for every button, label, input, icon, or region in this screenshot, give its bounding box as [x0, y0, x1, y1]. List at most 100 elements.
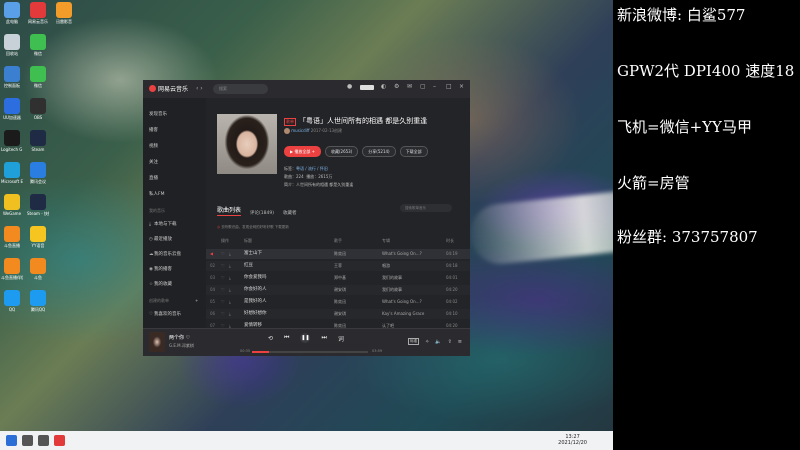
- tab-comments[interactable]: 评论(1849): [250, 210, 274, 216]
- close-icon[interactable]: ×: [459, 84, 465, 90]
- download-all-button[interactable]: 下载全部: [399, 146, 428, 157]
- avatar-icon[interactable]: ●: [347, 84, 353, 90]
- song-artist[interactable]: 陈奕迅: [334, 249, 346, 259]
- volume-icon[interactable]: 🔈: [435, 339, 441, 345]
- sidebar-item-recent[interactable]: ◷最近播放: [149, 236, 172, 242]
- song-title[interactable]: 富士山下: [244, 249, 329, 259]
- sidebar-item-my-podcast[interactable]: ◉我的播客: [149, 266, 172, 272]
- song-artist[interactable]: 陈奕迅: [334, 297, 346, 307]
- creator-avatar[interactable]: [284, 128, 290, 134]
- song-row[interactable]: 06 ♡ ⤓ 好想好想你 谢安琪 Kay's Amazing Grace 04:10: [206, 309, 470, 319]
- sidebar-item-podcast[interactable]: 播客: [149, 127, 158, 133]
- song-album[interactable]: Kay's Amazing Grace: [382, 309, 440, 319]
- desktop-icon[interactable]: Microsoft Edge: [1, 162, 23, 184]
- settings-icon[interactable]: ⚙: [394, 84, 400, 90]
- song-album[interactable]: 唱游: [382, 261, 440, 271]
- sidebar-item-fm[interactable]: 私人FM: [149, 191, 164, 197]
- song-artist[interactable]: 郑中基: [334, 273, 346, 283]
- song-row[interactable]: 04 ♡ ⤓ 你会好的人 谢安琪 我们的故事 04:20: [206, 285, 470, 295]
- col-artist[interactable]: 歌手: [334, 238, 342, 244]
- taskbar-clock[interactable]: 13:27 2021/12/20: [558, 434, 587, 446]
- desktop-icon[interactable]: 腾讯会议: [27, 162, 49, 184]
- download-hint-text[interactable]: 去听歌识曲，发现全网的好听好歌 下载更新: [221, 225, 289, 229]
- song-title[interactable]: 好想好想你: [244, 309, 329, 319]
- tags-value[interactable]: 粤语 / 流行 / 怀旧: [296, 166, 328, 171]
- sound-effect-icon[interactable]: ✧: [425, 339, 429, 345]
- like-icon[interactable]: ♡: [221, 297, 225, 307]
- song-album[interactable]: What's Going On…?: [382, 297, 440, 307]
- like-icon[interactable]: ♡: [186, 335, 190, 341]
- share-button[interactable]: 分享(5214): [362, 146, 396, 157]
- sidebar-item-follow[interactable]: 关注: [149, 159, 158, 165]
- quality-button[interactable]: 标准: [408, 338, 420, 345]
- like-icon[interactable]: ♡: [221, 249, 225, 259]
- tab-subscribers[interactable]: 收藏者: [283, 210, 297, 216]
- song-artist[interactable]: 王菲: [334, 261, 342, 271]
- playlist-cover[interactable]: [217, 114, 277, 174]
- song-album[interactable]: 我们的故事: [382, 273, 440, 283]
- download-icon[interactable]: ⤓: [229, 249, 231, 259]
- desktop-icon[interactable]: 网易云音乐: [27, 2, 49, 24]
- share-icon[interactable]: ⇪: [448, 339, 452, 345]
- progress-bar[interactable]: [252, 351, 368, 353]
- song-album[interactable]: 我们的故事: [382, 285, 440, 295]
- add-playlist-icon[interactable]: +: [195, 298, 198, 303]
- lyrics-icon[interactable]: 词: [338, 334, 344, 343]
- minimize-icon[interactable]: –: [433, 84, 439, 90]
- desktop-icon[interactable]: 迅雷影音: [53, 2, 75, 24]
- app-logo[interactable]: 网易云音乐: [149, 84, 188, 93]
- sidebar-item-local[interactable]: ⤓ 本地与下载: [149, 221, 177, 227]
- song-title[interactable]: 是我好的人: [244, 297, 329, 307]
- netease-taskbar-icon[interactable]: [54, 435, 65, 446]
- song-album[interactable]: What's Going On…?: [382, 249, 440, 259]
- desktop-icon[interactable]: Steam: [27, 130, 49, 152]
- download-icon[interactable]: ⤓: [229, 261, 231, 271]
- sidebar-item-collection[interactable]: ☆我的收藏: [149, 281, 172, 287]
- desktop-icon[interactable]: YY语音: [27, 226, 49, 248]
- desktop-icon[interactable]: 微信: [27, 66, 49, 88]
- playlist-icon[interactable]: ≡: [458, 339, 462, 345]
- skin-icon[interactable]: ◐: [381, 84, 387, 90]
- like-icon[interactable]: ♡: [221, 309, 225, 319]
- col-album[interactable]: 专辑: [382, 238, 390, 244]
- song-artist[interactable]: 谢安琪: [334, 285, 346, 295]
- previous-icon[interactable]: ⏮: [284, 334, 289, 342]
- mail-icon[interactable]: ✉: [407, 84, 413, 90]
- desktop-icon[interactable]: 此电脑: [1, 2, 23, 24]
- search-input[interactable]: 搜索: [213, 84, 268, 94]
- song-row[interactable]: 03 ♡ ⤓ 你会爱我吗 郑中基 我们的故事 04:01: [206, 273, 470, 283]
- next-icon[interactable]: ⏭: [321, 334, 326, 342]
- desktop-icon[interactable]: Steam - 快捷方式: [27, 194, 49, 216]
- sidebar-item-video[interactable]: 视频: [149, 143, 158, 149]
- pause-button[interactable]: ❚❚: [300, 333, 311, 343]
- play-all-button[interactable]: ▶ 播放全部 +: [284, 146, 321, 157]
- loop-icon[interactable]: ⟲: [268, 335, 273, 342]
- tab-songs[interactable]: 歌曲列表: [217, 205, 242, 216]
- download-icon[interactable]: ⤓: [229, 273, 231, 283]
- like-icon[interactable]: ♡: [221, 285, 225, 295]
- desktop-icon[interactable]: 腾讯QQ: [27, 290, 49, 312]
- sidebar-item-live[interactable]: 直播: [149, 175, 158, 181]
- song-row[interactable]: 05 ♡ ⤓ 是我好的人 陈奕迅 What's Going On…? 04:02: [206, 297, 470, 307]
- creator-name[interactable]: musicdiff: [291, 128, 309, 133]
- desktop-icon[interactable]: WeGame: [1, 194, 23, 216]
- like-icon[interactable]: ♡: [221, 261, 225, 271]
- desktop-icon[interactable]: 斗鱼直播伴侣: [1, 258, 23, 280]
- desktop-icon[interactable]: QQ: [1, 290, 23, 312]
- desktop-icon[interactable]: 控制面板: [1, 66, 23, 88]
- desktop-icon[interactable]: OBS: [27, 98, 49, 120]
- download-icon[interactable]: ⤓: [229, 309, 231, 319]
- song-title[interactable]: 你会好的人: [244, 285, 329, 295]
- sidebar-item-liked[interactable]: ♡我喜欢的音乐: [149, 311, 181, 317]
- sidebar-item-discover[interactable]: 发现音乐: [149, 111, 167, 117]
- download-icon[interactable]: ⤓: [229, 297, 231, 307]
- song-title[interactable]: 红豆: [244, 261, 329, 271]
- mini-mode-icon[interactable]: ▢: [420, 84, 426, 90]
- netease-music-window[interactable]: 网易云音乐 ‹ › 搜索 ● ◐ ⚙ ✉ ▢ – □ × 发现音乐 播客 视频 …: [143, 80, 470, 356]
- taskview-icon[interactable]: [38, 435, 49, 446]
- desktop-icon[interactable]: 微信: [27, 34, 49, 56]
- song-row[interactable]: 02 ♡ ⤓ 红豆 王菲 唱游 04:18: [206, 261, 470, 271]
- sidebar-item-cloud[interactable]: ☁我的音乐云盘: [149, 251, 181, 257]
- now-playing-cover[interactable]: [149, 332, 165, 352]
- desktop-icon[interactable]: 斗鱼: [27, 258, 49, 280]
